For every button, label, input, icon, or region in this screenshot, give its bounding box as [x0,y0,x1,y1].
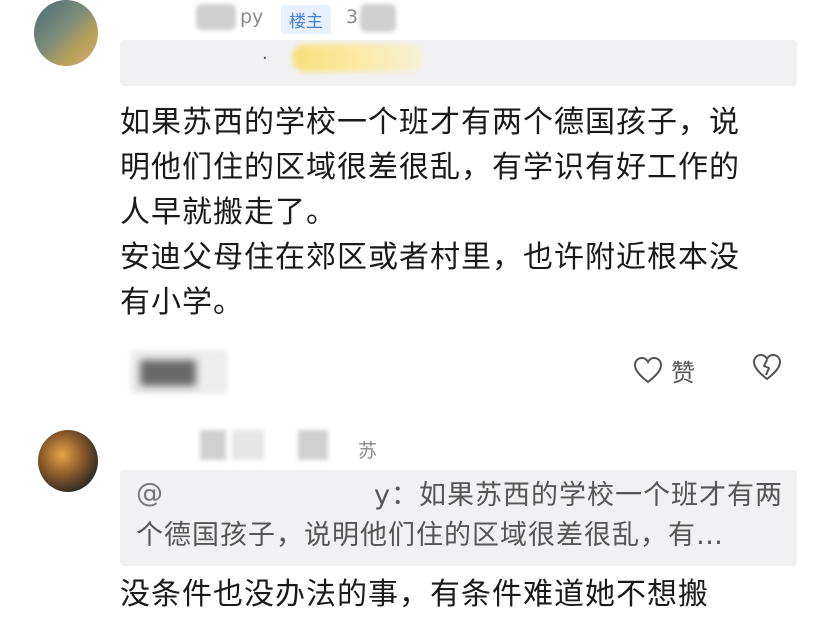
comment-line: 安迪父母住在郊区或者村里，也许附近根本没 [120,240,740,275]
banner-dot: · [262,48,268,69]
quoted-line-text: 如果苏西的学校一个班才有两 [418,480,783,511]
quoted-mention: @ [136,478,163,509]
like-label: 赞 [671,358,695,387]
avatar[interactable] [34,0,98,66]
thread-owner-badge: 楼主 [281,5,331,34]
comment-line: 明他们住的区域很差很乱，有学识有好工作的 [120,150,740,185]
timestamp: 3 [346,6,359,28]
comment-line: 有小学。 [120,285,244,320]
dislike-button[interactable] [752,352,782,386]
blurred-username [196,4,236,30]
quoted-text: y：如果苏西的学校一个班才有两 个德国孩子，说明他们住的区域很差很乱，有… [136,476,786,556]
avatar[interactable] [38,430,98,492]
comment-body: 如果苏西的学校一个班才有两个德国孩子，说 明他们住的区域很差很乱，有学识有好工作… [120,100,810,325]
author-name[interactable]: py [240,6,263,28]
blurred-username [200,430,226,460]
comment-line: 如果苏西的学校一个班才有两个德国孩子，说 [120,105,740,140]
comment-body: 没条件也没办法的事，有条件难道她不想搬 [120,577,709,612]
quoted-line: y：如果苏西的学校一个班才有两 [136,476,786,516]
blurred-username [298,430,328,460]
blurred-username [232,430,264,460]
like-button[interactable]: 赞 [633,350,695,390]
blurred-timestamp [360,4,396,32]
blurred-reply-control-inner [140,360,196,386]
broken-heart-icon [752,353,782,381]
quoted-mention-separator: y： [374,480,419,511]
comment-line: 人早就搬走了。 [120,195,337,230]
heart-outline-icon [633,356,663,384]
author-location: 苏 [358,440,378,462]
reply-banner[interactable] [120,40,797,86]
quoted-line: 个德国孩子，说明他们住的区域很差很乱，有… [136,520,724,551]
blurred-emoji-row [292,44,424,72]
